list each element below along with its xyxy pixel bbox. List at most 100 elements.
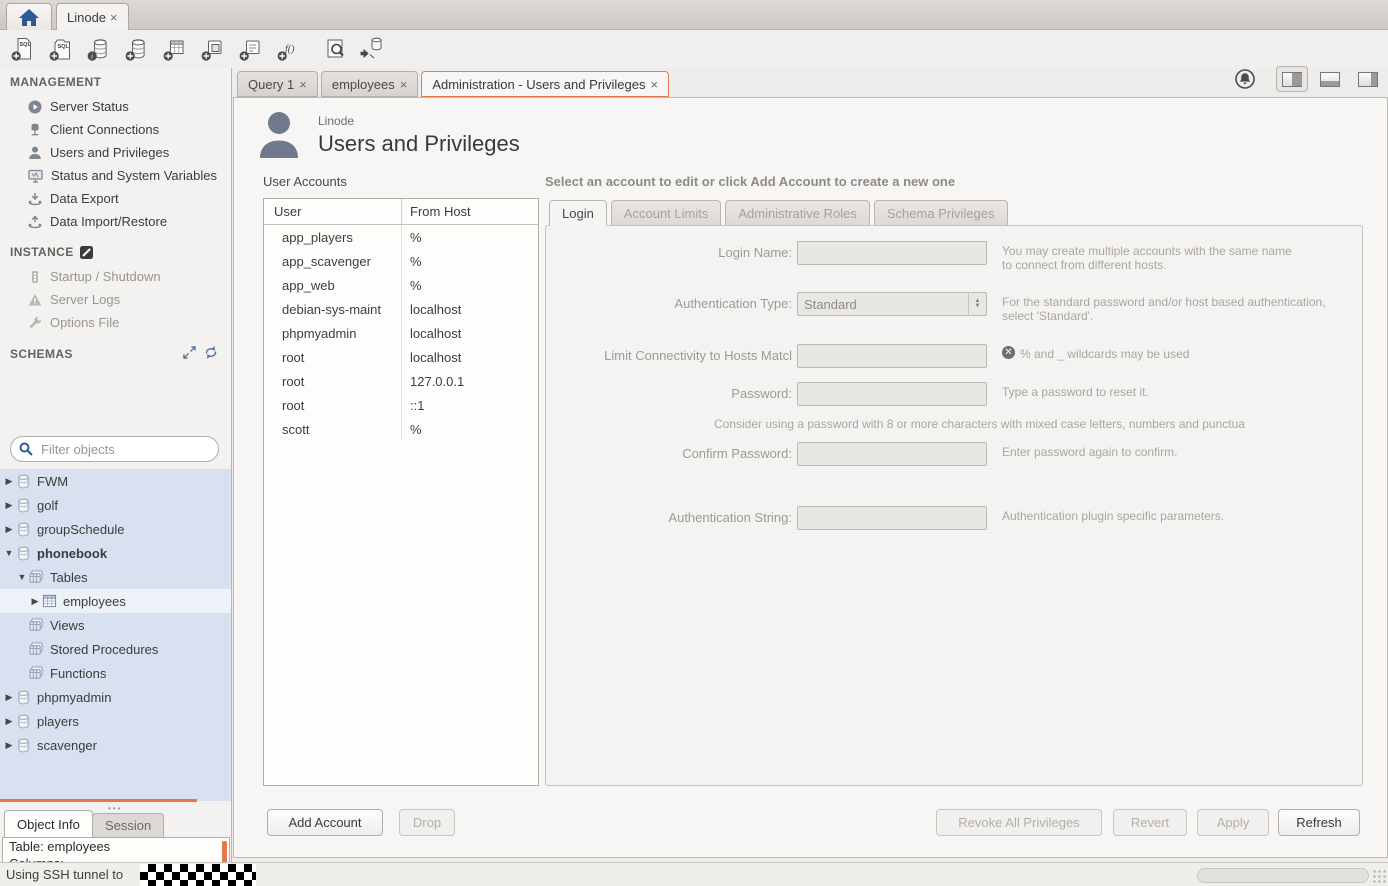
schema-filter-input[interactable]: [39, 441, 219, 458]
home-tab[interactable]: [6, 3, 52, 30]
close-icon[interactable]: ×: [299, 77, 307, 92]
sidebar-item-server-status[interactable]: Server Status: [0, 95, 232, 118]
table-row[interactable]: scott%: [264, 417, 538, 441]
toggle-right-sidebar-button[interactable]: [1352, 66, 1384, 92]
chevron-right-icon[interactable]: ▶: [4, 500, 14, 511]
sidebar-item-data-export[interactable]: Data Export: [0, 187, 232, 210]
panel-divider[interactable]: [0, 799, 197, 802]
close-icon[interactable]: ×: [650, 77, 658, 92]
chevron-down-icon[interactable]: ▼: [4, 548, 14, 558]
table-row[interactable]: phpmyadminlocalhost: [264, 321, 538, 345]
search-data-icon[interactable]: [320, 35, 348, 63]
sidebar-item-status-and-system-variables[interactable]: Status and System Variables: [0, 164, 232, 187]
open-script-icon[interactable]: SQL: [46, 35, 74, 63]
field-input[interactable]: [798, 507, 986, 529]
new-query-icon[interactable]: SQL: [8, 35, 36, 63]
tab-employees[interactable]: employees ×: [321, 71, 418, 97]
field-input[interactable]: [798, 443, 986, 465]
field-label: Limit Connectivity to Hosts Matcl: [562, 348, 792, 363]
column-header-user[interactable]: User: [264, 199, 402, 224]
tab-session[interactable]: Session: [92, 813, 164, 837]
field-input[interactable]: [798, 345, 986, 367]
cell-from-host: %: [402, 422, 422, 437]
tree-item-employees[interactable]: ▶employees: [0, 589, 231, 613]
tab-account-limits[interactable]: Account Limits: [611, 200, 722, 226]
cell-user: app_players: [264, 225, 402, 249]
create-function-icon[interactable]: f(): [274, 35, 302, 63]
tree-item-tables[interactable]: ▼Tables: [0, 565, 231, 589]
field-input[interactable]: [798, 383, 986, 405]
sidebar-item-client-connections[interactable]: Client Connections: [0, 118, 232, 141]
tree-item-functions[interactable]: Functions: [0, 661, 231, 685]
tab-query-1[interactable]: Query 1×: [237, 71, 318, 97]
sidebar-item-users-and-privileges[interactable]: Users and Privileges: [0, 141, 232, 164]
tab-schema-privileges[interactable]: Schema Privileges: [874, 200, 1008, 226]
expand-schemas-icon[interactable]: [183, 346, 196, 359]
sidebar-item-server-logs[interactable]: Server Logs: [0, 288, 232, 311]
create-schema-icon[interactable]: [122, 35, 150, 63]
form-row-authentication-string-: Authentication String:Authentication plu…: [546, 506, 1362, 532]
tree-item-phpmyadmin[interactable]: ▶phpmyadmin: [0, 685, 231, 709]
sidebar-item-startup-shutdown[interactable]: Startup / Shutdown: [0, 265, 232, 288]
form-row-password-: Password:Type a password to reset it.: [546, 382, 1362, 408]
close-icon[interactable]: ×: [400, 77, 408, 92]
table-row[interactable]: app_web%: [264, 273, 538, 297]
horizontal-scrollbar[interactable]: [1197, 868, 1369, 883]
table-row[interactable]: app_players%: [264, 225, 538, 249]
tree-item-phonebook[interactable]: ▼phonebook: [0, 541, 231, 565]
reconnect-database-icon[interactable]: [358, 35, 386, 63]
column-header-from-host[interactable]: From Host: [402, 204, 471, 219]
connection-tab[interactable]: Linode ×: [56, 3, 129, 30]
tree-item-golf[interactable]: ▶golf: [0, 493, 231, 517]
chevron-right-icon[interactable]: ▶: [4, 740, 14, 751]
create-table-icon[interactable]: [160, 35, 188, 63]
sidebar-item-data-import-restore[interactable]: Data Import/Restore: [0, 210, 232, 233]
table-row[interactable]: rootlocalhost: [264, 345, 538, 369]
tab-administrative-roles[interactable]: Administrative Roles: [725, 200, 870, 226]
chevron-right-icon[interactable]: ▶: [4, 716, 14, 727]
cell-user: scott: [264, 417, 402, 441]
notification-icon[interactable]: [1234, 68, 1256, 90]
chevron-right-icon[interactable]: ▶: [4, 476, 14, 487]
chevron-right-icon[interactable]: ▶: [4, 692, 14, 703]
chevron-right-icon[interactable]: ▶: [30, 596, 40, 607]
tree-item-views[interactable]: Views: [0, 613, 231, 637]
functions-folder-icon: [29, 666, 44, 680]
field-hint: Enter password again to confirm.: [1002, 445, 1177, 459]
tree-item-scavenger[interactable]: ▶scavenger: [0, 733, 231, 757]
tab-object-info[interactable]: Object Info: [4, 810, 93, 837]
tree-item-fwm[interactable]: ▶FWM: [0, 469, 231, 493]
sidebar-item-options-file[interactable]: Options File: [0, 311, 232, 334]
schema-icon: [16, 522, 31, 537]
table-row[interactable]: app_scavenger%: [264, 249, 538, 273]
tree-item-players[interactable]: ▶players: [0, 709, 231, 733]
refresh-button[interactable]: Refresh: [1278, 809, 1360, 836]
schema-icon: [16, 738, 31, 753]
resize-grip-icon[interactable]: [1372, 869, 1386, 883]
account-editor-tabs: LoginAccount LimitsAdministrative RolesS…: [549, 200, 1008, 226]
chevron-right-icon[interactable]: ▶: [4, 524, 14, 535]
table-row[interactable]: debian-sys-maintlocalhost: [264, 297, 538, 321]
toggle-left-sidebar-button[interactable]: [1276, 66, 1308, 92]
tree-item-stored-procedures[interactable]: Stored Procedures: [0, 637, 231, 661]
tab-administration-users-and-privileges[interactable]: Administration - Users and Privileges×: [421, 71, 669, 97]
tab-login[interactable]: Login: [549, 200, 607, 226]
tree-item-groupschedule[interactable]: ▶groupSchedule: [0, 517, 231, 541]
tab-label: employees: [332, 77, 395, 92]
create-procedure-icon[interactable]: [236, 35, 264, 63]
toggle-bottom-panel-button[interactable]: [1314, 66, 1346, 92]
account-edit-prompt: Select an account to edit or click Add A…: [545, 174, 955, 189]
drop-button: Drop: [399, 809, 455, 836]
close-icon[interactable]: ×: [110, 10, 118, 25]
refresh-schemas-icon[interactable]: [204, 346, 218, 359]
add-account-button[interactable]: Add Account: [267, 809, 383, 836]
chevron-down-icon[interactable]: ▼: [17, 572, 27, 582]
spinner-arrows-icon[interactable]: ▲▼: [968, 293, 986, 315]
table-row[interactable]: root127.0.0.1: [264, 369, 538, 393]
table-row[interactable]: root::1: [264, 393, 538, 417]
connection-name: Linode: [318, 114, 354, 128]
authentication-type-select[interactable]: Standard▲▼: [797, 292, 987, 316]
create-view-icon[interactable]: [198, 35, 226, 63]
field-input[interactable]: [798, 242, 986, 264]
inspect-database-icon[interactable]: i: [84, 35, 112, 63]
